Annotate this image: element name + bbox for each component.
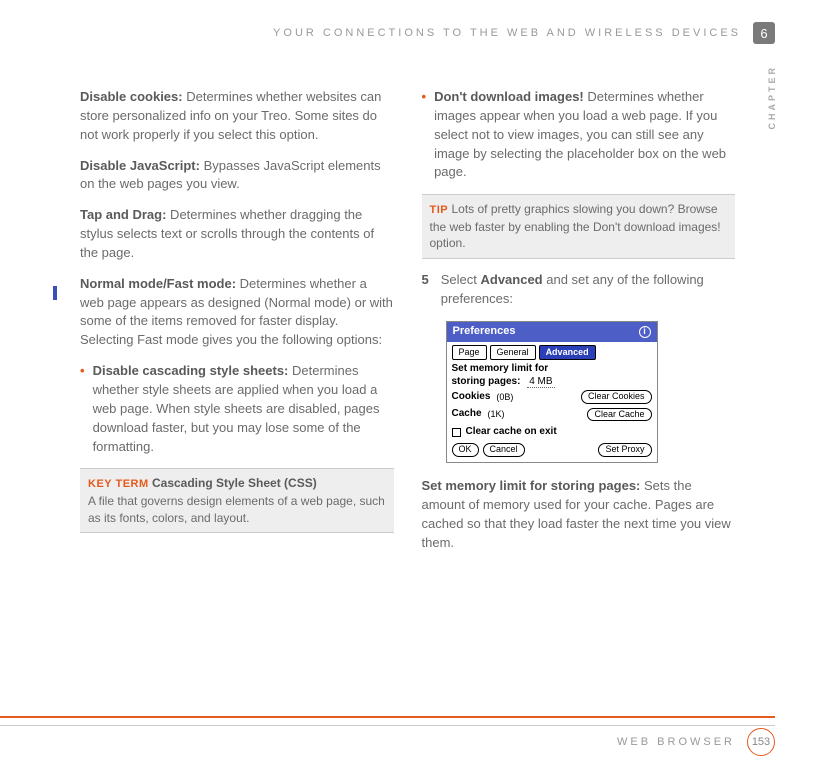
bullet-dont-download-images: • Don't download images! Determines whet… bbox=[422, 88, 736, 182]
tab-general[interactable]: General bbox=[490, 345, 536, 360]
bullet-icon: • bbox=[80, 362, 85, 456]
label: Tap and Drag: bbox=[80, 207, 166, 222]
step-5: 5 Select Advanced and set any of the fol… bbox=[422, 271, 736, 309]
info-icon[interactable]: i bbox=[639, 326, 651, 338]
tip-body: Lots of pretty graphics slowing you down… bbox=[430, 202, 721, 250]
preferences-footer: OK Cancel Set Proxy bbox=[452, 443, 652, 457]
footer-section-label: WEB BROWSER bbox=[617, 736, 735, 748]
cache-label: Cache bbox=[452, 407, 482, 422]
label: Disable cookies: bbox=[80, 89, 183, 104]
clear-cookies-button[interactable]: Clear Cookies bbox=[581, 390, 652, 404]
chapter-vertical-label: CHAPTER bbox=[767, 65, 777, 130]
preferences-screenshot: Preferences i Page General Advanced Set … bbox=[446, 321, 658, 463]
left-column: Disable cookies: Determines whether webs… bbox=[80, 88, 394, 564]
tip-tag: TIP bbox=[430, 204, 449, 216]
tab-page[interactable]: Page bbox=[452, 345, 487, 360]
preferences-tabs: Page General Advanced bbox=[452, 345, 652, 360]
content-columns: Disable cookies: Determines whether webs… bbox=[80, 88, 735, 564]
bullet-content: Disable cascading style sheets: Determin… bbox=[93, 362, 394, 456]
cookies-row: Cookies (0B) Clear Cookies bbox=[452, 390, 652, 405]
cache-size: (1K) bbox=[488, 408, 505, 421]
preferences-title: Preferences bbox=[453, 324, 516, 340]
bullet-content: Don't download images! Determines whethe… bbox=[434, 88, 735, 182]
right-column: • Don't download images! Determines whet… bbox=[422, 88, 736, 564]
paragraph-tap-and-drag: Tap and Drag: Determines whether draggin… bbox=[80, 206, 394, 263]
clear-cache-on-exit-label: Clear cache on exit bbox=[466, 425, 557, 440]
preferences-footer-left: OK Cancel bbox=[452, 443, 525, 457]
page-footer: WEB BROWSER 153 bbox=[0, 716, 775, 756]
clear-cache-on-exit-checkbox[interactable] bbox=[452, 428, 461, 437]
cache-left: Cache (1K) bbox=[452, 407, 505, 422]
preferences-titlebar: Preferences i bbox=[447, 322, 657, 342]
step-pre: Select bbox=[441, 272, 481, 287]
step-number: 5 bbox=[422, 271, 429, 309]
keyterm-body: A file that governs design elements of a… bbox=[88, 494, 385, 525]
tip-box: TIP Lots of pretty graphics slowing you … bbox=[422, 194, 736, 259]
header-title: YOUR CONNECTIONS TO THE WEB AND WIRELESS… bbox=[273, 27, 741, 39]
memory-limit-line2: storing pages: 4 MB bbox=[452, 376, 652, 387]
keyterm-title: Cascading Style Sheet (CSS) bbox=[152, 476, 317, 490]
memory-limit-line1: Set memory limit for bbox=[452, 363, 652, 374]
cookies-left: Cookies (0B) bbox=[452, 390, 514, 405]
paragraph-disable-cookies: Disable cookies: Determines whether webs… bbox=[80, 88, 394, 145]
memory-limit-label2: storing pages: bbox=[452, 376, 521, 387]
page-header: YOUR CONNECTIONS TO THE WEB AND WIRELESS… bbox=[0, 22, 775, 44]
label: Disable JavaScript: bbox=[80, 158, 200, 173]
paragraph-set-memory-limit: Set memory limit for storing pages: Sets… bbox=[422, 477, 736, 552]
ok-button[interactable]: OK bbox=[452, 443, 479, 457]
chapter-number-badge: 6 bbox=[753, 22, 775, 44]
step-content: Select Advanced and set any of the follo… bbox=[441, 271, 735, 309]
cookies-size: (0B) bbox=[496, 391, 513, 404]
set-proxy-button[interactable]: Set Proxy bbox=[598, 443, 651, 457]
cache-row: Cache (1K) Clear Cache bbox=[452, 407, 652, 422]
clear-cache-button[interactable]: Clear Cache bbox=[587, 408, 651, 422]
cancel-button[interactable]: Cancel bbox=[483, 443, 525, 457]
label: Set memory limit for storing pages: bbox=[422, 478, 641, 493]
label: Disable cascading style sheets: bbox=[93, 363, 289, 378]
paragraph-disable-javascript: Disable JavaScript: Bypasses JavaScript … bbox=[80, 157, 394, 195]
bullet-disable-css: • Disable cascading style sheets: Determ… bbox=[80, 362, 394, 456]
label: Don't download images! bbox=[434, 89, 584, 104]
clear-cache-on-exit-row: Clear cache on exit bbox=[452, 425, 652, 440]
label: Normal mode/Fast mode: bbox=[80, 276, 236, 291]
margin-marker bbox=[53, 286, 57, 300]
tab-advanced[interactable]: Advanced bbox=[539, 345, 596, 360]
step-bold: Advanced bbox=[480, 272, 542, 287]
preferences-body: Page General Advanced Set memory limit f… bbox=[447, 342, 657, 462]
memory-limit-value[interactable]: 4 MB bbox=[527, 376, 554, 388]
page-number: 153 bbox=[747, 728, 775, 756]
cookies-label: Cookies bbox=[452, 390, 491, 405]
keyterm-box: KEY TERM Cascading Style Sheet (CSS) A f… bbox=[80, 468, 394, 533]
paragraph-normal-fast-mode: Normal mode/Fast mode: Determines whethe… bbox=[80, 275, 394, 350]
keyterm-tag: KEY TERM bbox=[88, 478, 149, 490]
bullet-icon: • bbox=[422, 88, 427, 182]
